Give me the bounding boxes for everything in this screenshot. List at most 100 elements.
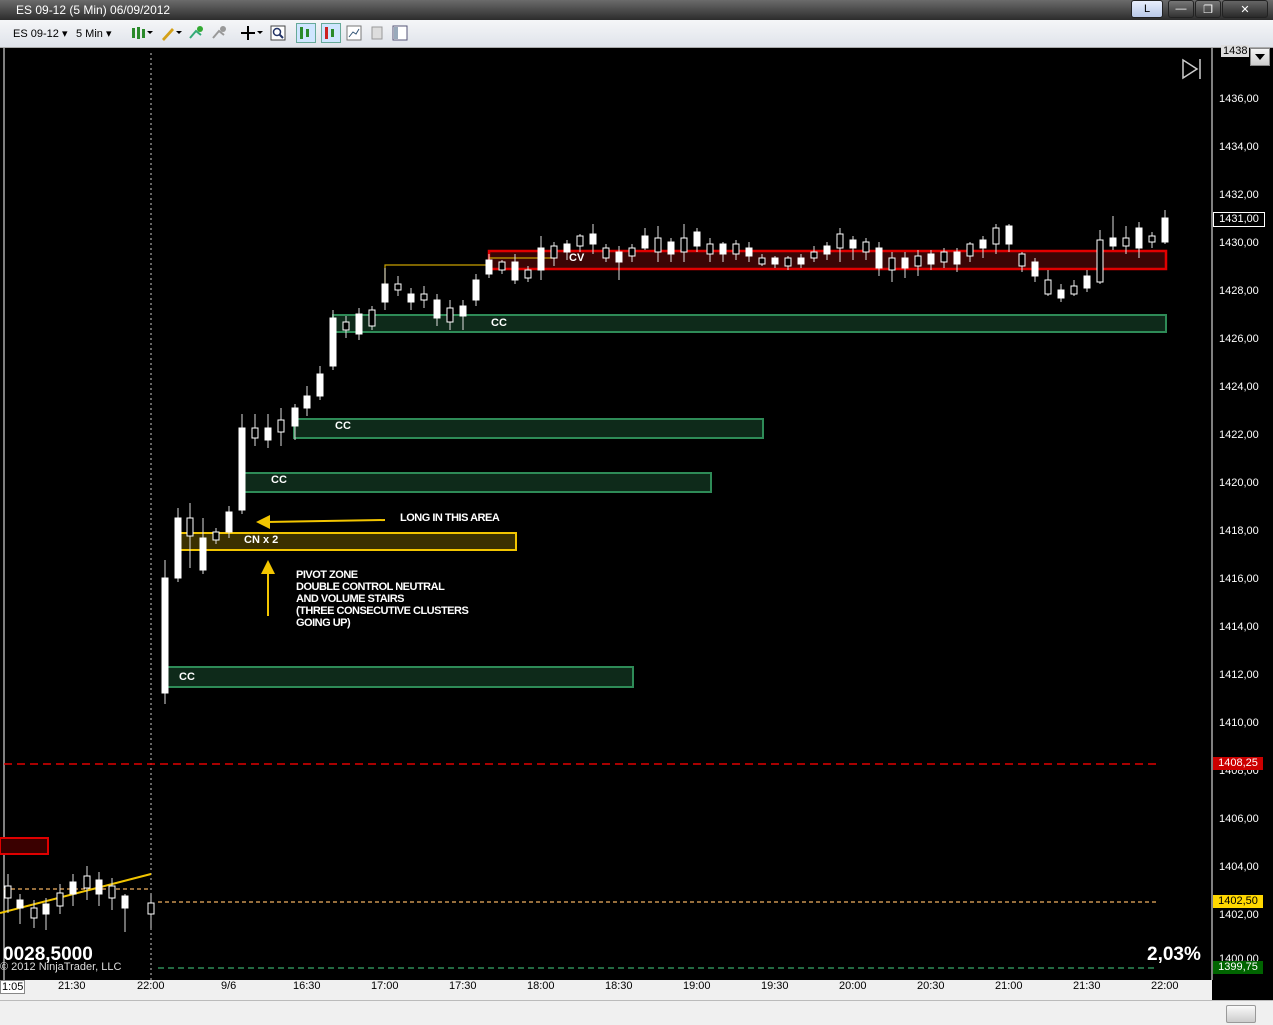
candle-body <box>83 875 91 889</box>
axis-label-1430: 1430,00 <box>1219 237 1259 249</box>
candle-body <box>394 283 402 291</box>
candle-body <box>667 241 675 255</box>
axis-label-1422: 1422,00 <box>1219 429 1259 441</box>
candle-body <box>771 257 779 265</box>
candle-body <box>16 899 24 909</box>
time-label: 22:00 <box>137 980 165 992</box>
strategy-icon[interactable] <box>211 25 227 41</box>
zone-label-cc-1420: CC <box>271 474 287 486</box>
candle-body <box>719 243 727 255</box>
candle-body <box>511 261 519 281</box>
template-icon[interactable] <box>369 25 385 41</box>
time-label: 21:30 <box>1073 980 1101 992</box>
yellow-level-tag: 1402,50 <box>1213 895 1263 908</box>
window-l-button[interactable]: L <box>1131 0 1163 18</box>
candle-body <box>940 251 948 263</box>
zone-cn[interactable] <box>176 532 517 551</box>
candle-body <box>849 239 857 249</box>
axis-label-1432: 1432,00 <box>1219 189 1259 201</box>
candle-body <box>121 895 129 909</box>
axis-label-1406: 1406,00 <box>1219 813 1259 825</box>
time-label: 20:30 <box>917 980 945 992</box>
time-label: 19:30 <box>761 980 789 992</box>
candle-body <box>291 407 299 427</box>
scrollbar-thumb[interactable] <box>1226 1005 1256 1023</box>
chart-scrollbar[interactable] <box>0 1000 1273 1025</box>
minimize-button[interactable]: — <box>1168 0 1194 18</box>
candle-body <box>1096 239 1104 283</box>
axis-label-1410: 1410,00 <box>1219 717 1259 729</box>
zone-label-cc-1422: CC <box>335 420 351 432</box>
candle-body <box>836 233 844 249</box>
red-level-tag: 1408,25 <box>1213 757 1263 770</box>
candle-body <box>108 885 116 899</box>
candle-body <box>654 237 662 253</box>
candle-body <box>420 293 428 301</box>
zoom-icon[interactable] <box>270 25 286 41</box>
candle-body <box>966 243 974 257</box>
candle-body <box>797 257 805 265</box>
candle-body <box>251 427 259 439</box>
zone-label-cc-1412: CC <box>179 671 195 683</box>
crosshair-icon[interactable] <box>240 25 264 41</box>
zone-cc-1412[interactable] <box>163 666 634 688</box>
candle-body <box>732 243 740 255</box>
time-label: 20:00 <box>839 980 867 992</box>
candle-body <box>589 233 597 245</box>
candle-body <box>199 537 207 571</box>
zone-cc-1426[interactable] <box>332 314 1167 333</box>
candle-body <box>472 279 480 301</box>
maximize-button[interactable]: ❐ <box>1195 0 1221 18</box>
price-chart[interactable] <box>0 48 1273 1000</box>
candle-body <box>329 317 337 367</box>
instrument-label: ES 09-12 <box>13 28 59 40</box>
time-label: 21:30 <box>58 980 86 992</box>
interval-selector[interactable]: 5 Min ▾ <box>76 27 112 40</box>
axis-menu-button[interactable] <box>1250 48 1270 66</box>
candle-body <box>693 231 701 247</box>
candle-body <box>1122 237 1130 247</box>
time-label: 9/6 <box>221 980 237 992</box>
window-titlebar: ES 09-12 (5 Min) 06/09/2012 L — ❐ ✕ <box>0 0 1273 20</box>
data-box-icon[interactable] <box>296 23 316 43</box>
chart-style-icon[interactable] <box>346 25 362 41</box>
close-button[interactable]: ✕ <box>1222 0 1268 18</box>
bar-type-icon[interactable] <box>131 25 153 41</box>
instrument-selector[interactable]: ES 09-12 ▾ <box>13 27 67 40</box>
candle-body <box>381 283 389 303</box>
candle-body <box>355 313 363 335</box>
chart-panel[interactable]: CC CN x 2 CC CC CC CV LONG IN THIS AREA … <box>0 45 1273 1000</box>
candle-body <box>680 237 688 253</box>
annotation-pivot-line: PIVOT ZONE <box>296 569 358 581</box>
candle-body <box>225 511 233 533</box>
chevron-down-icon: ▾ <box>105 28 112 40</box>
candle-body <box>810 251 818 259</box>
candle-body <box>602 247 610 259</box>
zone-cc-1422[interactable] <box>293 418 764 439</box>
candle-body <box>1044 279 1052 295</box>
candle-body <box>914 255 922 267</box>
panel-icon[interactable] <box>392 25 408 41</box>
axis-label-1414: 1414,00 <box>1219 621 1259 633</box>
candle-body <box>264 427 272 441</box>
candle-body <box>979 239 987 249</box>
candle-body <box>641 235 649 249</box>
interval-label: 5 Min <box>76 28 103 40</box>
zone-cc-1420[interactable] <box>241 472 712 493</box>
scroll-to-end-icon[interactable] <box>1182 58 1201 80</box>
axis-label-1404: 1404,00 <box>1219 861 1259 873</box>
indicator-add-icon[interactable] <box>188 25 204 41</box>
candle-body <box>862 241 870 253</box>
candle-body <box>433 299 441 319</box>
annotation-pivot-line: GOING UP) <box>296 617 351 629</box>
candle-body <box>30 907 38 919</box>
candle-body <box>303 395 311 409</box>
candle-body <box>212 531 220 541</box>
time-label: 17:30 <box>449 980 477 992</box>
candle-body <box>992 227 1000 245</box>
candle-body <box>498 261 506 271</box>
pencil-icon[interactable] <box>160 25 182 41</box>
percent-readout: 2,03% <box>1147 944 1201 965</box>
candle-body <box>615 251 623 263</box>
properties-icon[interactable] <box>321 23 341 43</box>
